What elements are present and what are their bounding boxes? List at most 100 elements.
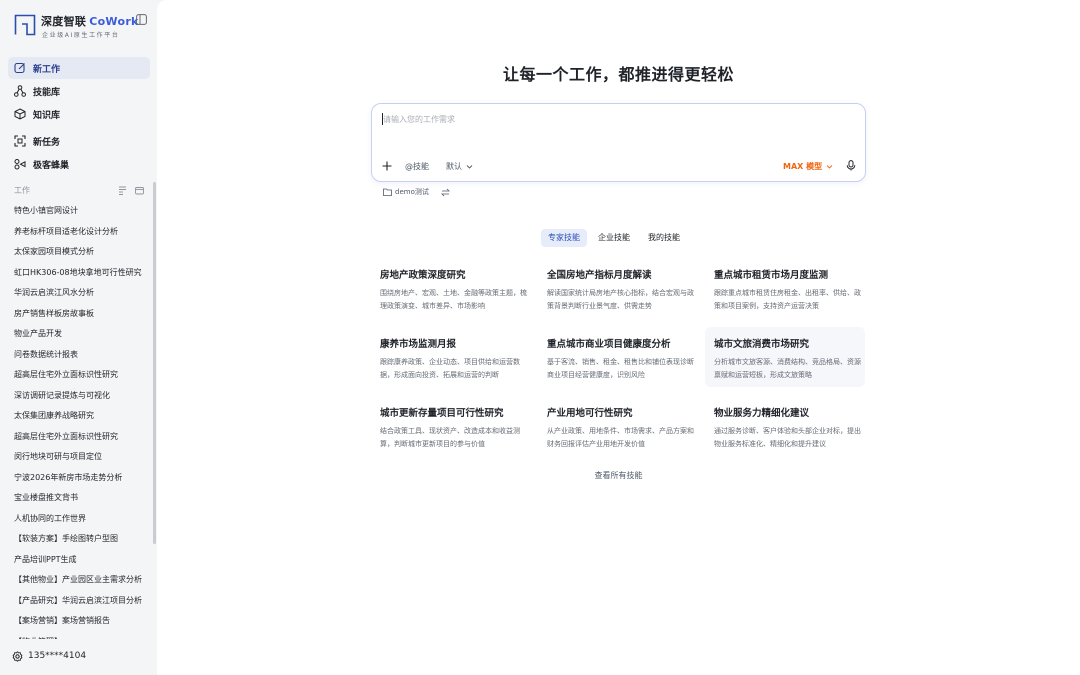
model-select[interactable]: MAX 模型 — [783, 161, 833, 172]
sidebar-item-new-task[interactable]: 新任务 — [8, 130, 150, 152]
folder-name: demo测试 — [395, 188, 429, 196]
skill-card[interactable]: 房地产政策深度研究围绕房地产、宏观、土地、金融等政策主题，梳理政策演变、城市差异… — [371, 258, 531, 318]
skill-card[interactable]: 城市更新存量项目可行性研究 结合政策工具、现状资产、改造成本和收益测算，判断城市更… — [371, 396, 531, 456]
work-list-item[interactable]: 宁波2026年新房市场走势分析 — [14, 469, 150, 490]
skill-card-title: 康养市场监测月报 — [380, 339, 457, 350]
model-select-label: MAX 模型 — [783, 162, 823, 171]
sidebar-item-label: 知识库 — [33, 110, 61, 121]
work-list-item[interactable]: 问卷数据统计报表 — [14, 346, 150, 367]
microphone-icon[interactable] — [846, 160, 856, 171]
work-list-item[interactable]: 宝业楼盘推文背书 — [14, 489, 150, 510]
sidebar-item-new-work[interactable]: 新工作 — [8, 57, 150, 79]
tab-enterprise-skills[interactable]: 企业技能 — [591, 229, 637, 247]
sidebar-scrollbar[interactable] — [153, 182, 156, 544]
skill-card-title: 重点城市租赁市场月度监测 — [714, 270, 829, 281]
work-list-item[interactable]: 超高层住宅外立面标识性研究 — [14, 366, 150, 387]
skill-card[interactable]: 城市文旅消费市场研究 分析城市文旅客源、消费结构、竞品格局、资源禀赋和运营短板，形… — [705, 327, 865, 387]
work-section-title: 工作 — [14, 186, 30, 195]
skill-card-title: 重点城市商业项目健康度分析 — [547, 339, 671, 350]
work-list-item[interactable]: 虹口HK306-08地块拿地可行性研究 — [14, 264, 150, 285]
sidebar-item-label: 技能库 — [33, 87, 61, 98]
skill-card-description: 跟踪重点城市租赁住房租金、出租率、供给、政策和项目案例，支持资产运营决策 — [714, 289, 861, 310]
skill-card-title: 产业用地可行性研究 — [547, 408, 633, 419]
cube-icon — [14, 108, 26, 120]
brand: 深度智联 CoWork 企业级AI原生工作平台 — [14, 13, 154, 41]
list-sort-icon[interactable] — [118, 186, 127, 195]
sidebar-item-label: 新任务 — [33, 137, 61, 148]
work-section-header: 工作 — [14, 185, 146, 197]
skill-card[interactable]: 全国房地产指标月度解读解读国家统计局房地产核心指标，结合宏观与政策背景判断行业景… — [538, 258, 698, 318]
work-request-input[interactable] — [383, 111, 843, 127]
skill-card[interactable]: 重点城市商业项目健康度分析基于客流、销售、租金、租售比和铺位表现诊断商业项目经营… — [538, 327, 698, 387]
frame-icon — [14, 135, 26, 147]
work-list-item[interactable]: 【案场营销】案场营销报告 — [14, 612, 150, 633]
swap-icon[interactable] — [440, 188, 450, 197]
app-window: 深度智联 CoWork 企业级AI原生工作平台 新工作 技能库 知识库 新任务 … — [0, 0, 1080, 675]
chevron-down-icon — [826, 165, 833, 169]
sidebar: 深度智联 CoWork 企业级AI原生工作平台 新工作 技能库 知识库 新任务 … — [0, 0, 157, 675]
folder-icon — [383, 188, 392, 196]
skill-card-description: 基于客流、销售、租金、租售比和铺位表现诊断商业项目经营健康度，识别风险 — [547, 358, 694, 379]
sidebar-collapse-icon[interactable] — [136, 14, 147, 25]
skill-mention-button[interactable]: @技能 — [405, 161, 429, 172]
folder-view-icon[interactable] — [135, 186, 144, 195]
work-list-item[interactable]: 深访调研记录提炼与可视化 — [14, 387, 150, 408]
user-phone: 135****4104 — [28, 651, 87, 661]
work-list-item[interactable]: 华润云启滨江风水分析 — [14, 284, 150, 305]
add-attachment-icon[interactable] — [382, 161, 392, 171]
page-title: 让每一个工作，都推进得更轻松 — [502, 65, 734, 84]
work-list-item[interactable]: 太保集团康养战略研究 — [14, 407, 150, 428]
skill-card-description: 围绕房地产、宏观、土地、金融等政策主题，梳理政策演变、城市差异、市场影响 — [380, 289, 527, 310]
chevron-down-icon — [466, 165, 473, 169]
work-list-item[interactable]: 特色小镇官网设计 — [14, 202, 150, 223]
skill-card-description: 结合政策工具、现状资产、改造成本和收益测算，判断城市更新项目的参与价值 — [380, 427, 520, 448]
skill-card-description: 通过服务诊断、客户体验和头部企业对标，提出物业服务标准化、精细化和提升建议 — [714, 427, 861, 448]
work-list-item[interactable]: 超高层住宅外立面标识性研究 — [14, 428, 150, 449]
work-list-item[interactable]: 房产销售样板房故事板 — [14, 305, 150, 326]
work-list-item[interactable]: 【其他物业】产业园区业主需求分析 — [14, 571, 150, 592]
skill-tabs: 专家技能 企业技能 我的技能 — [541, 229, 691, 247]
sidebar-item-label: 新工作 — [33, 64, 61, 75]
brand-tagline: 企业级AI原生工作平台 — [42, 32, 120, 39]
work-list-item[interactable]: 【软装方案】手绘图转户型图 — [14, 530, 150, 551]
gear-icon — [12, 650, 23, 662]
workspace-folder[interactable]: demo测试 — [383, 186, 450, 198]
skill-card[interactable]: 重点城市租赁市场月度监测跟踪重点城市租赁住房租金、出租率、供给、政策和项目案例，… — [705, 258, 865, 318]
work-list-item[interactable]: 人机协同的工作世界 — [14, 510, 150, 531]
skill-card-title: 全国房地产指标月度解读 — [547, 270, 652, 281]
sidebar-item-skills[interactable]: 技能库 — [8, 80, 150, 102]
tab-my-skills[interactable]: 我的技能 — [641, 229, 687, 247]
work-list-item[interactable]: 养老标杆项目适老化设计分析 — [14, 223, 150, 244]
logo-icon — [14, 14, 36, 36]
skill-card-description: 跟踪康养政策、企业动态、项目供给和运营数据，形成面向投资、拓展和运营的判断 — [380, 358, 520, 379]
view-all-skills-link[interactable]: 查看所有技能 — [157, 470, 1080, 481]
skill-card-title: 物业服务力精细化建议 — [714, 408, 810, 419]
mode-select[interactable]: 默认 — [446, 161, 473, 172]
work-list-item[interactable]: 闵行地块可研与项目定位 — [14, 448, 150, 469]
skill-card[interactable]: 康养市场监测月报跟踪康养政策、企业动态、项目供给和运营数据，形成面向投资、拓展和… — [371, 327, 531, 387]
sidebar-nav: 新工作 技能库 知识库 新任务 极客蜂巢 — [8, 57, 150, 176]
work-list-item[interactable]: 产品培训PPT生成 — [14, 551, 150, 572]
brand-name: 深度智联 CoWork — [41, 15, 139, 28]
nodes-icon — [14, 85, 26, 97]
work-list-item[interactable]: 【产品研究】华润云启滨江项目分析 — [14, 592, 150, 613]
work-list-item[interactable]: 物业产品开发 — [14, 325, 150, 346]
skill-card[interactable]: 物业服务力精细化建议通过服务诊断、客户体验和头部企业对标，提出物业服务标准化、精… — [705, 396, 865, 456]
edit-icon — [14, 62, 25, 74]
composer: @技能 默认 MAX 模型 — [371, 103, 866, 182]
sidebar-item-label: 极客蜂巢 — [33, 160, 70, 171]
user-account[interactable]: 135****4104 — [12, 649, 142, 663]
skill-card-description: 分析城市文旅客源、消费结构、竞品格局、资源禀赋和运营短板，形成文旅策略 — [714, 358, 861, 379]
work-list: 特色小镇官网设计 养老标杆项目适老化设计分析 太保家园项目模式分析 虹口HK306-0… — [14, 202, 150, 639]
skill-card[interactable]: 产业用地可行性研究 从产业政策、用地条件、市场需求、产品方案和财务回报评估产业用地… — [538, 396, 698, 456]
main-panel: 让每一个工作，都推进得更轻松 @技能 默认 MAX 模型 — [157, 0, 1080, 675]
work-list-item[interactable]: 太保家园项目模式分析 — [14, 243, 150, 264]
brand-product: CoWork — [89, 15, 139, 28]
sidebar-item-knowledge[interactable]: 知识库 — [8, 103, 150, 125]
sidebar-item-geek-hive[interactable]: 极客蜂巢 — [8, 153, 150, 175]
work-list-item[interactable]: 【物业管理】 — [14, 633, 150, 640]
skill-card-description: 解读国家统计局房地产核心指标，结合宏观与政策背景判断行业景气度、供需走势 — [547, 289, 694, 310]
hive-icon — [14, 159, 26, 170]
tab-expert-skills[interactable]: 专家技能 — [541, 229, 587, 247]
skill-card-title: 房地产政策深度研究 — [380, 270, 466, 281]
